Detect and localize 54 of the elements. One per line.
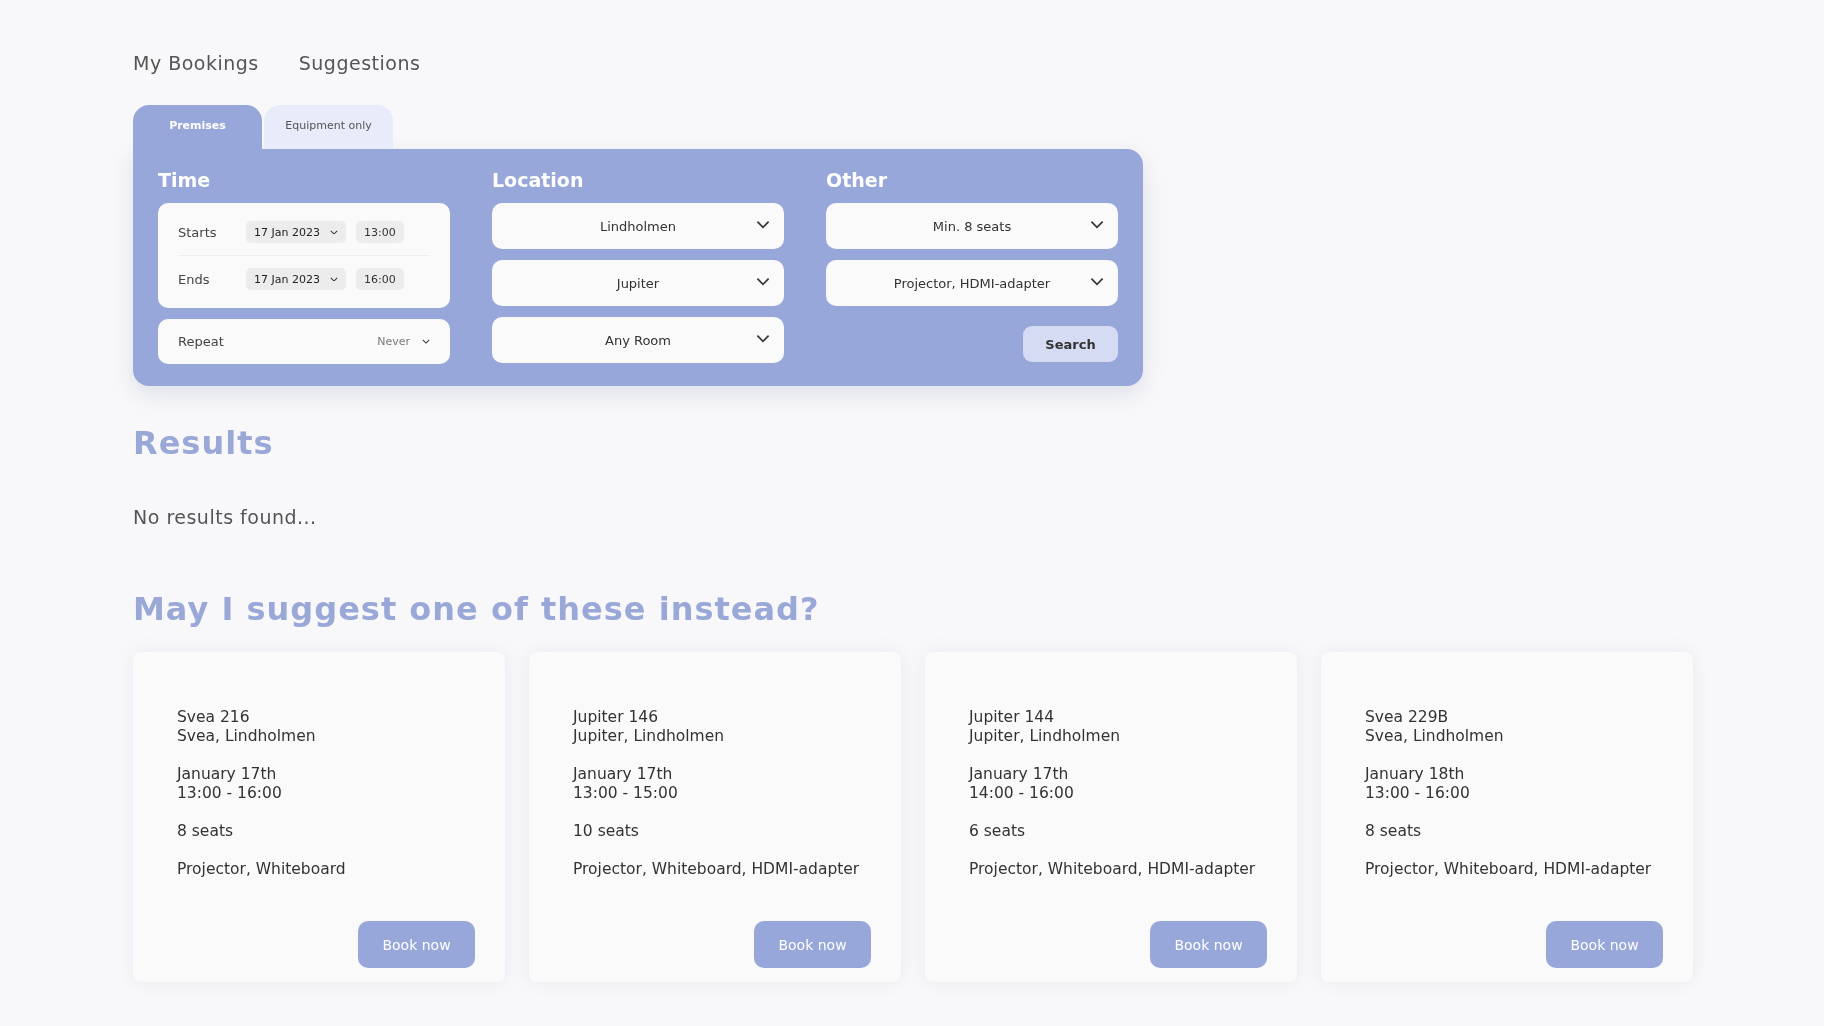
room-name: Jupiter 146 — [573, 708, 660, 727]
chevron-down-icon — [1090, 220, 1104, 229]
seat-count: 6 seats — [969, 822, 1027, 841]
section-title: Other — [826, 169, 889, 193]
dropdown[interactable]: Lindholmen — [492, 203, 784, 249]
booking-date: January 17th — [969, 765, 1070, 784]
no-results-message: No results found... — [133, 506, 318, 528]
section-title: Location — [492, 169, 585, 193]
booking-date: January 17th — [177, 765, 278, 784]
nav-link[interactable]: Suggestions — [298, 52, 421, 74]
room-name: Jupiter 144 — [969, 708, 1056, 727]
booking-hours: 13:00 - 16:00 — [1365, 784, 1471, 803]
time-field[interactable]: 16:00 — [356, 268, 404, 290]
suggestions-heading: May I suggest one of these instead? — [133, 590, 821, 628]
date-picker[interactable]: 17 Jan 2023 — [246, 268, 346, 290]
dropdown[interactable]: Jupiter — [492, 260, 784, 306]
room-location: Svea, Lindholmen — [177, 727, 317, 746]
room-name: Svea 216 — [177, 708, 251, 727]
room-location: Jupiter, Lindholmen — [969, 727, 1122, 746]
booking-date: January 18th — [1365, 765, 1466, 784]
results-heading: Results — [133, 424, 275, 462]
chevron-down-icon — [1090, 277, 1104, 286]
chevron-down-icon — [756, 277, 770, 286]
booking-hours: 13:00 - 16:00 — [177, 784, 283, 803]
dropdown[interactable]: Any Room — [492, 317, 784, 363]
seat-count: 8 seats — [1365, 822, 1423, 841]
equipment-list: Projector, Whiteboard, HDMI-adapter — [1365, 860, 1663, 879]
section-title: Time — [158, 169, 212, 193]
search-button[interactable]: Search — [1023, 326, 1118, 362]
tab[interactable]: Equipment only — [264, 105, 393, 149]
equipment-list: Projector, Whiteboard — [177, 860, 475, 879]
time-label: Ends — [178, 271, 211, 287]
seat-count: 10 seats — [573, 822, 640, 841]
booking-hours: 14:00 - 16:00 — [969, 784, 1075, 803]
equipment-list: Projector, Whiteboard, HDMI-adapter — [969, 860, 1267, 879]
room-location: Jupiter, Lindholmen — [573, 727, 726, 746]
nav-link[interactable]: My Bookings — [133, 52, 259, 74]
repeat-select[interactable]: Repeat Never — [158, 319, 450, 364]
dropdown[interactable]: Projector, HDMI-adapter — [826, 260, 1118, 306]
dropdown[interactable]: Min. 8 seats — [826, 203, 1118, 249]
chevron-down-icon — [422, 339, 430, 344]
time-field[interactable]: 13:00 — [356, 221, 404, 243]
booking-date: January 17th — [573, 765, 674, 784]
room-location: Svea, Lindholmen — [1365, 727, 1505, 746]
date-picker[interactable]: 17 Jan 2023 — [246, 221, 346, 243]
time-label: Starts — [178, 224, 218, 240]
chevron-down-icon — [329, 276, 338, 282]
booking-hours: 13:00 - 15:00 — [573, 784, 679, 803]
chevron-down-icon — [756, 220, 770, 229]
chevron-down-icon — [329, 229, 338, 235]
seat-count: 8 seats — [177, 822, 235, 841]
equipment-list: Projector, Whiteboard, HDMI-adapter — [573, 860, 871, 879]
chevron-down-icon — [756, 334, 770, 343]
room-name: Svea 229B — [1365, 708, 1450, 727]
